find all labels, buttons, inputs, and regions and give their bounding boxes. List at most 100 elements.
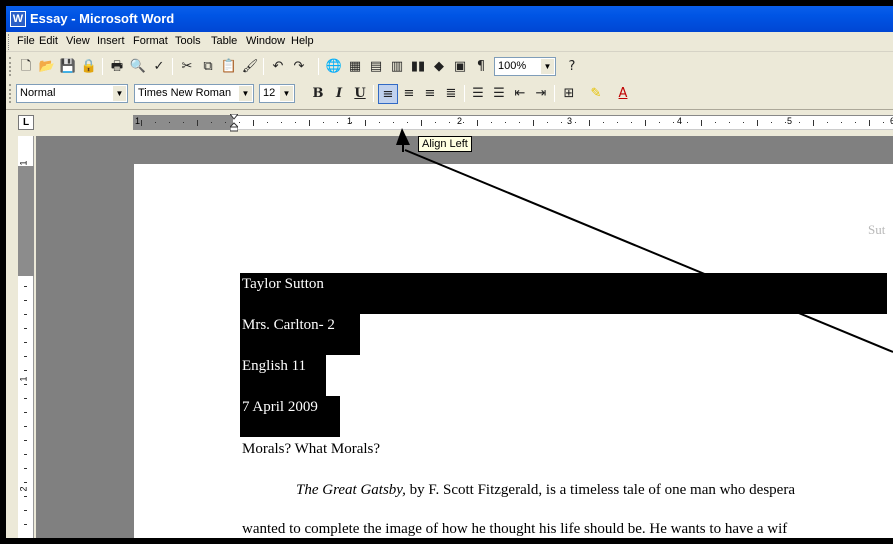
ruler-tick [547,122,548,123]
style-select[interactable]: Normal ▼ [16,84,128,103]
format-painter-icon[interactable]: 🖌 [240,57,260,77]
selected-line-teacher[interactable]: Mrs. Carlton- 2 [240,314,360,355]
ruler-tick [24,510,27,511]
open-folder-icon[interactable]: 📂 [37,57,57,77]
redo-icon[interactable]: ↷ [289,57,309,77]
ruler-tick [869,120,870,126]
separator [554,85,555,102]
cut-icon[interactable]: ✂ [177,57,197,77]
help-icon[interactable]: ? [562,57,582,77]
ruler-bar: L 1 1 2 3 4 5 6 [6,109,893,136]
menu-edit[interactable]: Edit [39,35,58,47]
chevron-down-icon[interactable]: ▼ [280,86,293,101]
hyperlink-icon[interactable]: 🌐 [324,57,344,77]
decrease-indent-icon[interactable]: ⇤ [510,84,530,104]
ruler-tick [239,122,240,123]
title-bar[interactable]: W Essay - Microsoft Word [6,6,893,32]
font-size-select[interactable]: 12 ▼ [259,84,295,103]
columns-icon[interactable]: ▮▮ [408,57,428,77]
ruler-tick [841,122,842,123]
font-color-icon[interactable]: A [613,84,633,104]
permission-icon[interactable]: 🔒 [79,57,99,77]
ruler-tick [24,398,27,399]
ruler-number: 4 [677,116,683,126]
essay-title[interactable]: Morals? What Morals? [242,441,380,458]
italic-button[interactable]: I [329,84,349,104]
highlight-icon[interactable]: ✎ [586,84,606,104]
paragraph-line-2[interactable]: wanted to complete the image of how he t… [242,521,787,538]
menu-table[interactable]: Table [211,35,237,47]
font-select[interactable]: Times New Roman ▼ [134,84,254,103]
print-preview-icon[interactable]: 🔍 [128,57,148,77]
ruler-number: 1 [347,116,353,126]
justify-icon[interactable]: ≣ [441,84,461,104]
borders-icon[interactable]: ⊞ [559,84,579,104]
save-icon[interactable]: 💾 [58,57,78,77]
menu-grip[interactable] [8,34,11,50]
align-left-icon[interactable]: ≡ [378,84,398,104]
menu-file[interactable]: File [17,35,35,47]
separator [464,85,465,102]
print-icon[interactable]: 🖶 [107,57,127,77]
font-size-value: 12 [263,87,276,99]
tables-borders-icon[interactable]: ▦ [345,57,365,77]
insert-table-icon[interactable]: ▤ [366,57,386,77]
horizontal-ruler[interactable]: 1 1 2 3 4 5 6 [133,114,893,132]
chevron-down-icon[interactable]: ▼ [541,59,554,74]
chevron-down-icon[interactable]: ▼ [239,86,252,101]
vertical-ruler[interactable]: 1 1 2 [18,136,34,538]
bullets-icon[interactable]: ☰ [489,84,509,104]
show-formatting-icon[interactable]: ¶ [471,57,491,77]
selected-line-date[interactable]: 7 April 2009 [240,396,340,437]
paragraph-line-1[interactable]: The Great Gatsby, by F. Scott Fitzgerald… [296,482,795,499]
menu-tools[interactable]: Tools [175,35,201,47]
selected-line-class[interactable]: English 11 [240,355,326,396]
paste-icon[interactable]: 📋 [219,57,239,77]
toolbar-grip[interactable] [9,84,12,103]
ruler-tick [197,120,198,126]
ruler-tick [743,122,744,123]
page-header-text: Sut [868,222,886,237]
menu-format[interactable]: Format [133,35,168,47]
underline-button[interactable]: U [350,84,370,104]
ruler-tick [421,120,422,126]
new-document-icon[interactable]: 🗋 [16,57,36,77]
chevron-down-icon[interactable]: ▼ [113,86,126,101]
ruler-top-margin [18,166,34,276]
separator [172,58,173,75]
selected-line-name[interactable]: Taylor Sutton [240,273,887,314]
word-window: W Essay - Microsoft Word File Edit View … [6,6,893,538]
ruler-tick [24,454,27,455]
ruler-tick [631,122,632,123]
ruler-tick [24,314,27,315]
word-app-icon[interactable]: W [10,11,26,27]
increase-indent-icon[interactable]: ⇥ [531,84,551,104]
numbering-icon[interactable]: ☰ [468,84,488,104]
standard-toolbar: 🗋 📂 💾 🔒 🖶 🔍 ✓ ✂ ⧉ 📋 🖌 ↶ ↷ 🌐 ▦ ▤ ▥ ▮▮ ◆ ▣… [6,53,893,80]
insert-excel-icon[interactable]: ▥ [387,57,407,77]
separator [102,58,103,75]
document-map-icon[interactable]: ▣ [450,57,470,77]
align-right-icon[interactable]: ≡ [420,84,440,104]
ruler-tick [253,120,254,126]
spelling-icon[interactable]: ✓ [149,57,169,77]
undo-icon[interactable]: ↶ [268,57,288,77]
align-center-icon[interactable]: ≡ [399,84,419,104]
menu-insert[interactable]: Insert [97,35,125,47]
zoom-select[interactable]: 100% ▼ [494,57,556,76]
ruler-tick [449,122,450,123]
toolbar-grip[interactable] [9,57,12,76]
document-area[interactable]: Sut [36,136,893,538]
indent-marker-icon[interactable] [230,114,238,132]
ruler-tick [575,122,576,123]
ruler-tick [183,122,184,123]
menu-help[interactable]: Help [291,35,314,47]
menu-view[interactable]: View [66,35,90,47]
window-title: Essay - Microsoft Word [30,11,175,26]
ruler-number: 1 [135,116,141,126]
bold-button[interactable]: B [308,84,328,104]
menu-window[interactable]: Window [246,35,285,47]
drawing-icon[interactable]: ◆ [429,57,449,77]
tab-selector[interactable]: L [18,115,34,130]
copy-icon[interactable]: ⧉ [198,57,218,77]
